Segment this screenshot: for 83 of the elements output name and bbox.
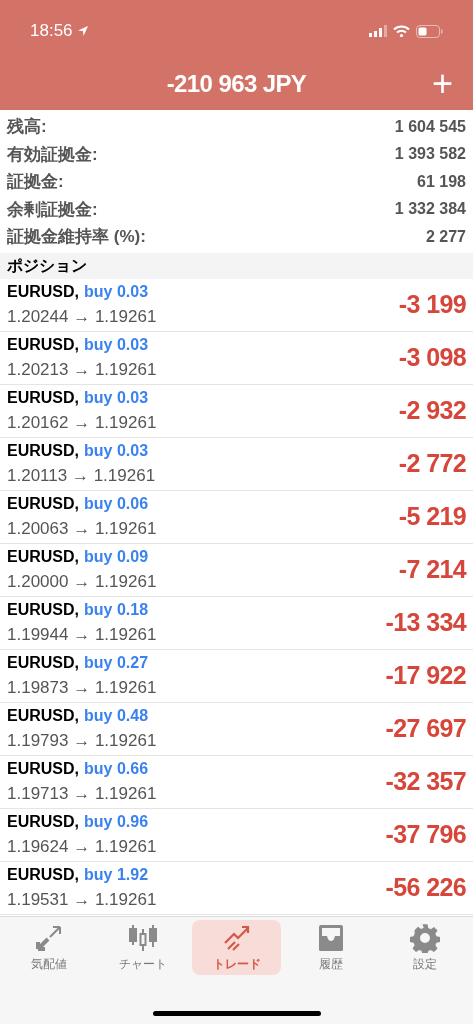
price-change: 1.20244 → 1.19261 xyxy=(7,305,157,328)
profit-value: -27 697 xyxy=(385,712,466,744)
symbol-label: EURUSD, xyxy=(7,652,79,673)
order-volume: buy 1.92 xyxy=(84,864,149,885)
symbol-label: EURUSD, xyxy=(7,440,79,461)
symbol-label: EURUSD, xyxy=(7,705,79,726)
symbol-label: EURUSD, xyxy=(7,758,79,779)
price-change: 1.20063 → 1.19261 xyxy=(7,517,157,540)
battery-icon xyxy=(416,24,443,38)
position-row[interactable]: EURUSD, buy 0.96 1.19624 → 1.19261 -37 796 xyxy=(0,808,473,862)
position-row[interactable]: EURUSD, buy 0.18 1.19944 → 1.19261 -13 334 xyxy=(0,596,473,650)
order-volume: buy 0.03 xyxy=(84,387,149,408)
order-volume: buy 0.48 xyxy=(84,705,149,726)
order-volume: buy 0.66 xyxy=(84,758,149,779)
status-time: 18:56 xyxy=(30,20,73,43)
order-volume: buy 0.03 xyxy=(84,281,149,302)
position-row[interactable]: EURUSD, buy 0.06 1.20063 → 1.19261 -5 219 xyxy=(0,490,473,544)
price-change: 1.20113 → 1.19261 xyxy=(7,464,156,487)
position-row[interactable]: EURUSD, buy 0.66 1.19713 → 1.19261 -32 357 xyxy=(0,755,473,809)
candlestick-icon xyxy=(126,922,159,953)
position-row[interactable]: EURUSD, buy 0.03 1.20113 → 1.19261 -2 772 xyxy=(0,437,473,491)
price-change: 1.20000 → 1.19261 xyxy=(7,570,157,593)
profit-value: -13 334 xyxy=(385,606,466,638)
summary-label: 有効証拠金: xyxy=(7,143,98,166)
profit-value: -3 199 xyxy=(398,288,466,320)
profit-value: -5 219 xyxy=(398,500,466,532)
symbol-label: EURUSD, xyxy=(7,546,79,567)
profit-value: -2 932 xyxy=(398,394,466,426)
summary-value: 2 277 xyxy=(425,226,466,247)
tab[interactable]: チャート xyxy=(98,920,187,975)
position-row[interactable]: EURUSD, buy 0.48 1.19793 → 1.19261 -27 697 xyxy=(0,702,473,756)
price-change: 1.19944 → 1.19261 xyxy=(7,623,157,646)
symbol-label: EURUSD, xyxy=(7,334,79,355)
price-change: 1.20162 → 1.19261 xyxy=(7,411,157,434)
summary-value: 61 198 xyxy=(417,171,466,192)
wifi-icon xyxy=(393,25,410,37)
summary-value: 1 604 545 xyxy=(394,116,466,137)
symbol-label: EURUSD, xyxy=(7,811,79,832)
profit-value: -56 226 xyxy=(385,871,466,903)
summary-label: 残高: xyxy=(7,116,47,138)
summary-label: 証拠金: xyxy=(7,171,64,193)
profit-value: -37 796 xyxy=(385,818,466,850)
tab[interactable]: 履歴 xyxy=(286,920,375,975)
symbol-label: EURUSD, xyxy=(7,864,79,885)
price-change: 1.19793 → 1.19261 xyxy=(7,729,157,752)
signal-icon xyxy=(369,25,387,37)
symbol-label: EURUSD, xyxy=(7,281,79,302)
tab[interactable]: 気配値 xyxy=(4,920,93,975)
profit-value: -32 357 xyxy=(385,765,466,797)
order-volume: buy 0.18 xyxy=(84,599,149,620)
symbol-label: EURUSD, xyxy=(7,599,79,620)
order-volume: buy 0.27 xyxy=(84,652,149,673)
summary-label: 証拠金維持率 (%): xyxy=(7,226,146,248)
profit-value: -17 922 xyxy=(385,659,466,691)
summary-label: 余剰証拠金: xyxy=(7,198,98,221)
symbol-label: EURUSD, xyxy=(7,387,79,408)
order-volume: buy 0.09 xyxy=(84,546,149,567)
price-change: 1.19624 → 1.19261 xyxy=(7,835,157,858)
location-icon xyxy=(76,25,89,37)
account-total: -210 963 JPY xyxy=(166,69,307,99)
position-row[interactable]: EURUSD, buy 0.03 1.20244 → 1.19261 -3 199 xyxy=(0,278,473,332)
settings-icon xyxy=(409,922,440,953)
profit-value: -2 772 xyxy=(398,447,466,479)
position-row[interactable]: EURUSD, buy 0.27 1.19873 → 1.19261 -17 922 xyxy=(0,649,473,703)
profit-value: -7 214 xyxy=(398,553,466,585)
tab[interactable]: 設定 xyxy=(380,920,469,975)
order-volume: buy 0.96 xyxy=(84,811,149,832)
position-row[interactable]: EURUSD, buy 1.92 1.19531 → 1.19261 -56 226 xyxy=(0,861,473,915)
summary-value: 1 393 582 xyxy=(394,144,466,165)
price-change: 1.19531 → 1.19261 xyxy=(7,888,157,911)
price-change: 1.19713 → 1.19261 xyxy=(7,782,157,805)
order-volume: buy 0.03 xyxy=(84,334,149,355)
position-row[interactable]: EURUSD, buy 0.03 1.20162 → 1.19261 -2 932 xyxy=(0,384,473,438)
position-row[interactable]: EURUSD, buy 0.09 1.20000 → 1.19261 -7 214 xyxy=(0,543,473,597)
symbol-label: EURUSD, xyxy=(7,493,79,514)
price-change: 1.19873 → 1.19261 xyxy=(7,676,157,699)
section-title: ポジション xyxy=(7,255,87,276)
profit-value: -3 098 xyxy=(398,341,466,373)
position-row[interactable]: EURUSD, buy 0.03 1.20213 → 1.19261 -3 098 xyxy=(0,331,473,385)
summary-value: 1 332 384 xyxy=(394,199,466,220)
price-change: 1.20213 → 1.19261 xyxy=(7,358,157,381)
order-volume: buy 0.06 xyxy=(84,493,149,514)
order-volume: buy 0.03 xyxy=(84,440,149,461)
